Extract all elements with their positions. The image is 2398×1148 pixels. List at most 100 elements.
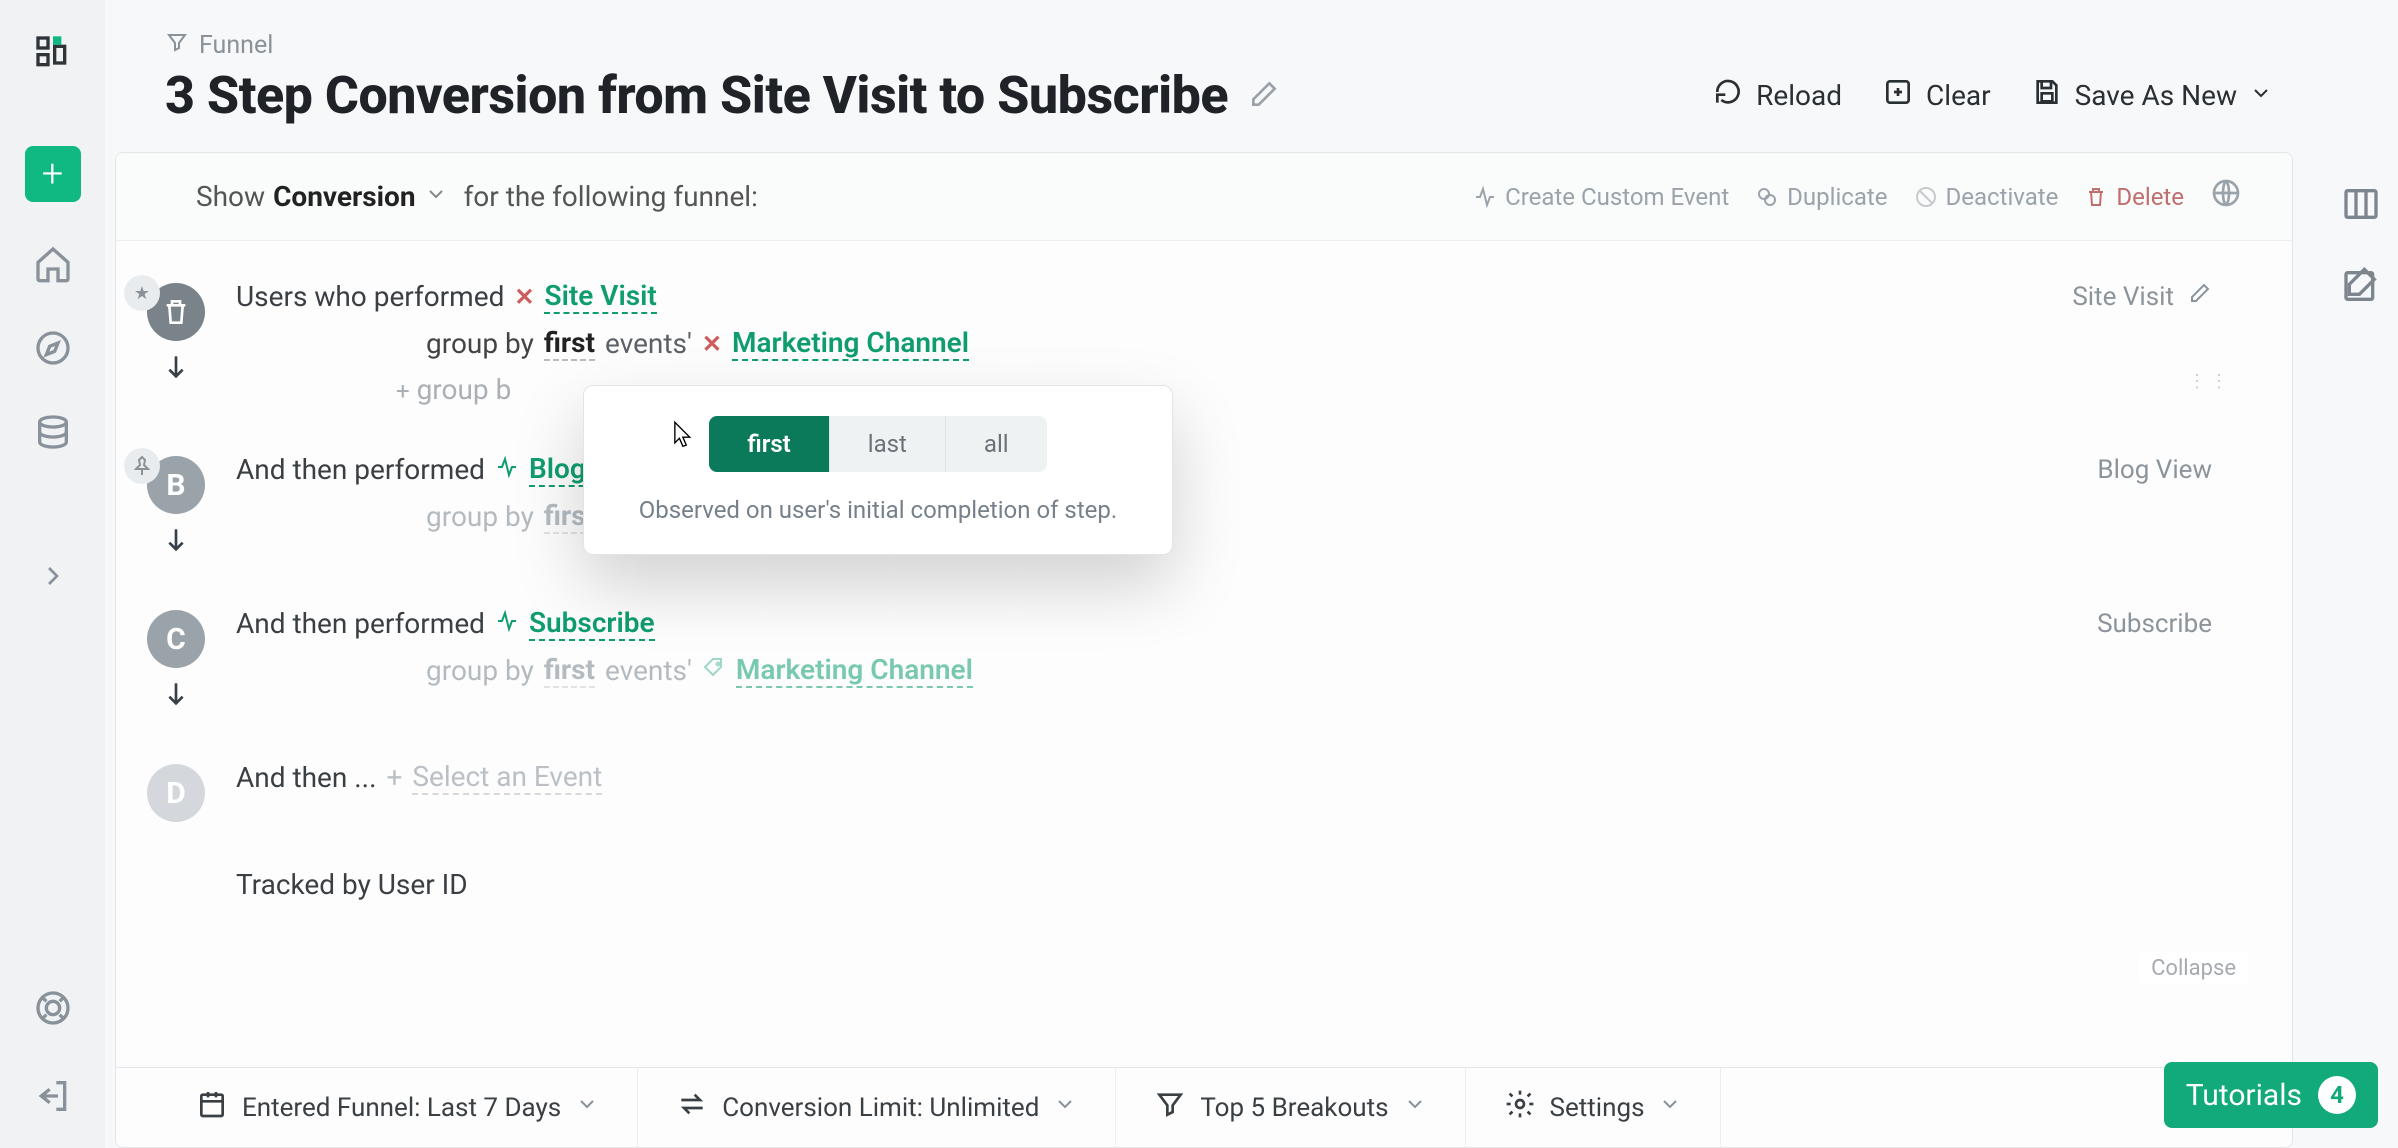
- gear-icon: [1504, 1088, 1536, 1127]
- page-title: 3 Step Conversion from Site Visit to Sub…: [165, 65, 1228, 126]
- groupby-label: group by: [426, 327, 534, 360]
- chevron-down-icon: [424, 180, 448, 213]
- tag-icon[interactable]: [702, 656, 726, 686]
- groupby-channel[interactable]: Marketing Channel: [732, 326, 969, 361]
- arrow-down-icon: [160, 524, 192, 560]
- bottom-controls: Entered Funnel: Last 7 Days Conversion L…: [116, 1067, 2292, 1147]
- groupby-label: group by: [426, 500, 534, 533]
- reload-icon: [1712, 76, 1744, 115]
- chevron-down-icon: [2249, 79, 2273, 112]
- chevron-down-icon: [1658, 1092, 1682, 1123]
- clear-button[interactable]: Clear: [1882, 76, 1991, 115]
- tutorials-button[interactable]: Tutorials 4: [2164, 1062, 2378, 1128]
- step-prefix: Users who performed: [236, 280, 504, 313]
- clear-icon: [1882, 76, 1914, 115]
- step-bullet[interactable]: C: [147, 610, 205, 668]
- chevron-down-icon: [575, 1092, 599, 1123]
- pulse-icon: [495, 607, 519, 640]
- segment-all[interactable]: all: [946, 416, 1047, 472]
- star-icon[interactable]: ★: [124, 275, 160, 311]
- header-actions: Reload Clear Save As New: [1712, 76, 2273, 115]
- event-link[interactable]: Subscribe: [529, 606, 655, 641]
- tutorials-count-badge: 4: [2318, 1076, 2356, 1114]
- groupby-suffix: events': [605, 327, 692, 360]
- logout-icon[interactable]: [31, 1074, 75, 1118]
- funnel-step-c: C And then performed Subscribe Subscribe: [116, 588, 2252, 742]
- conversion-limit-dropdown[interactable]: Conversion Limit: Unlimited: [638, 1068, 1116, 1147]
- segment-first[interactable]: first: [709, 416, 829, 472]
- clear-label: Clear: [1926, 79, 1991, 112]
- remove-tag-icon[interactable]: ✕: [702, 330, 722, 358]
- new-button[interactable]: +: [25, 146, 81, 202]
- main: Funnel 3 Step Conversion from Site Visit…: [105, 0, 2323, 1148]
- tutorials-label: Tutorials: [2186, 1078, 2302, 1113]
- database-icon[interactable]: [31, 410, 75, 454]
- reload-button[interactable]: Reload: [1712, 76, 1842, 115]
- groupby-mode-popover: first last all Observed on user's initia…: [583, 385, 1173, 555]
- calendar-icon: [196, 1088, 228, 1127]
- settings-dropdown[interactable]: Settings: [1466, 1068, 1722, 1147]
- deactivate-button[interactable]: Deactivate: [1914, 177, 2059, 216]
- groupby-value-dropdown[interactable]: first: [544, 326, 595, 361]
- save-as-new-label: Save As New: [2075, 79, 2237, 112]
- expand-sidebar-icon[interactable]: [31, 554, 75, 598]
- remove-event-icon[interactable]: ✕: [514, 283, 534, 311]
- top-breakouts-dropdown[interactable]: Top 5 Breakouts: [1116, 1068, 1465, 1147]
- funnel-step-d: D And then ... + Select an Event: [116, 742, 2252, 850]
- groupby-label: group by: [426, 654, 534, 687]
- pulse-icon: [495, 453, 519, 486]
- pencil-icon[interactable]: [2188, 281, 2212, 312]
- step-right-label: Blog View: [2097, 455, 2212, 485]
- step-right-label: Subscribe: [2097, 609, 2212, 639]
- show-row-actions: Create Custom Event Duplicate Deactivate…: [1473, 177, 2242, 216]
- breadcrumb[interactable]: Funnel: [165, 30, 2273, 61]
- entered-funnel-dropdown[interactable]: Entered Funnel: Last 7 Days: [116, 1068, 638, 1147]
- popover-description: Observed on user's initial completion of…: [620, 496, 1136, 524]
- globe-icon[interactable]: [2210, 177, 2242, 216]
- columns-icon[interactable]: [2337, 180, 2385, 228]
- funnel-filter-icon: [165, 30, 189, 61]
- show-row: Show Conversion for the following funnel…: [116, 153, 2292, 241]
- sidebar-left: +: [0, 0, 105, 1148]
- funnel-steps: ★ Users who performed ✕ Site Visit: [116, 241, 2292, 1067]
- compass-icon[interactable]: [31, 326, 75, 370]
- add-groupby-button[interactable]: + group b: [396, 373, 511, 406]
- segmented-control: first last all: [709, 416, 1046, 472]
- drag-handle-icon[interactable]: ⋮⋮: [2188, 371, 2232, 392]
- show-mode-dropdown[interactable]: Conversion: [273, 180, 416, 213]
- swap-icon: [676, 1088, 708, 1127]
- groupby-value-dropdown[interactable]: first: [544, 653, 595, 688]
- pin-icon[interactable]: [124, 448, 160, 484]
- delete-button[interactable]: Delete: [2084, 177, 2184, 216]
- reload-label: Reload: [1756, 79, 1842, 112]
- app-logo: [30, 30, 76, 76]
- collapse-button[interactable]: Collapse: [2139, 952, 2248, 985]
- groupby-channel[interactable]: Marketing Channel: [736, 653, 973, 688]
- edit-title-icon[interactable]: [1248, 78, 1280, 114]
- save-icon: [2031, 76, 2063, 115]
- chevron-down-icon: [1053, 1092, 1077, 1123]
- funnel-icon: [1154, 1088, 1186, 1127]
- show-prefix: Show: [196, 180, 265, 213]
- sidebar-right: [2323, 0, 2398, 310]
- segment-last[interactable]: last: [830, 416, 946, 472]
- duplicate-button[interactable]: Duplicate: [1755, 177, 1887, 216]
- event-link[interactable]: Site Visit: [544, 279, 656, 314]
- breadcrumb-label: Funnel: [199, 31, 273, 60]
- help-icon[interactable]: [31, 986, 75, 1030]
- home-icon[interactable]: [31, 242, 75, 286]
- tracked-by-row[interactable]: Tracked by User ID: [116, 850, 2252, 929]
- groupby-suffix: events': [605, 654, 692, 687]
- show-suffix: for the following funnel:: [464, 180, 758, 213]
- step-bullet[interactable]: D: [147, 764, 205, 822]
- edit-note-icon[interactable]: [2337, 262, 2385, 310]
- step-right-label: Site Visit: [2072, 282, 2174, 312]
- select-event-placeholder[interactable]: Select an Event: [412, 760, 602, 795]
- save-as-new-button[interactable]: Save As New: [2031, 76, 2273, 115]
- query-builder: Show Conversion for the following funnel…: [115, 152, 2293, 1148]
- step-prefix: And then performed: [236, 453, 485, 486]
- arrow-down-icon: [160, 678, 192, 714]
- funnel-step-b: B And then performed Blog View Blog View: [116, 434, 2252, 588]
- create-custom-event-button[interactable]: Create Custom Event: [1473, 177, 1729, 216]
- funnel-step-a: ★ Users who performed ✕ Site Visit: [116, 261, 2252, 434]
